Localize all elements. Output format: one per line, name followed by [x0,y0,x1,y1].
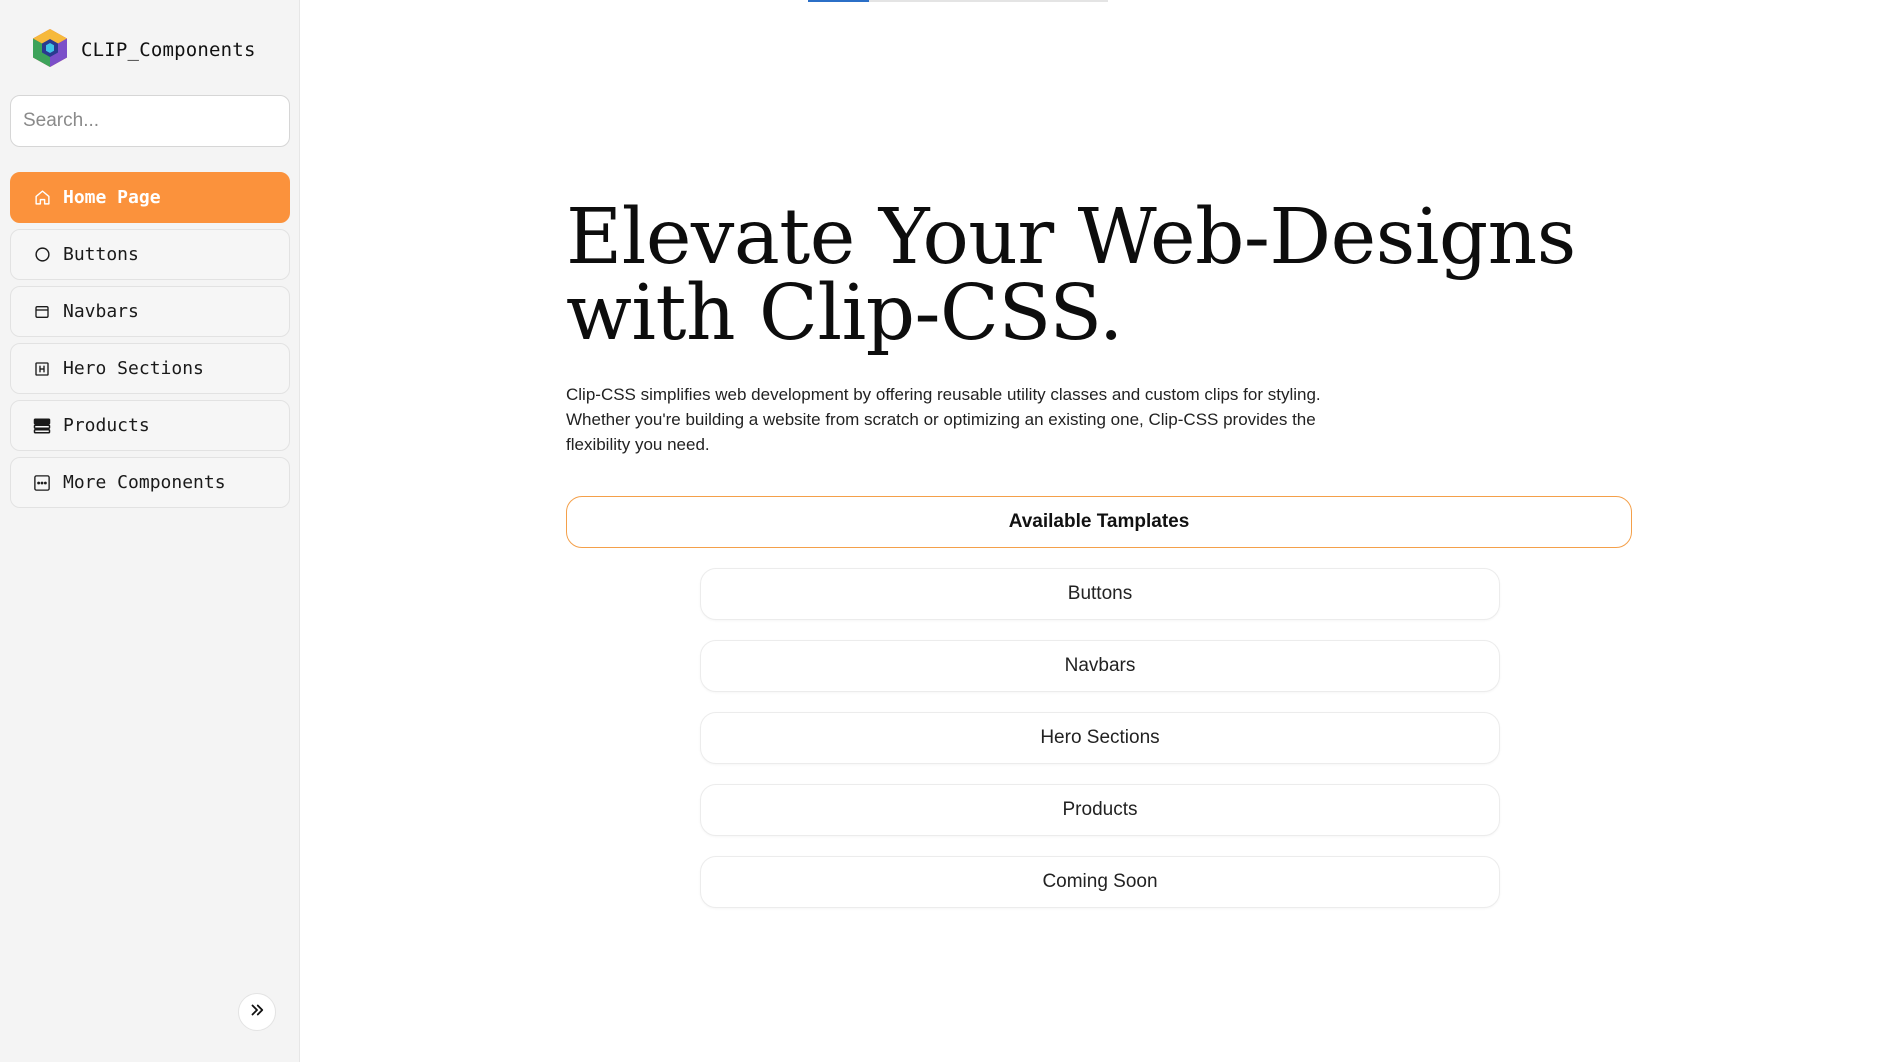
sidebar-item-more-components[interactable]: More Components [10,457,290,508]
hero-title: Elevate Your Web-Designs with Clip-CSS. [566,199,1646,352]
template-list: Buttons Navbars Hero Sections Products C… [700,568,1500,928]
brand[interactable]: CLIP_Components [29,27,256,74]
sidebar-item-label: Buttons [63,244,139,265]
sidebar-item-label: Hero Sections [63,358,204,379]
top-progress-indicator [808,0,1108,2]
home-icon [33,189,51,207]
sidebar-item-hero-sections[interactable]: Hero Sections [10,343,290,394]
sidebar-item-label: Products [63,415,150,436]
sidebar-item-label: More Components [63,472,226,493]
sidebar-item-label: Home Page [63,187,161,208]
template-item-buttons[interactable]: Buttons [700,568,1500,620]
search-input[interactable] [10,95,290,147]
hero-section: Elevate Your Web-Designs with Clip-CSS. [566,199,1646,352]
sidebar-item-label: Navbars [63,301,139,322]
window-icon [33,303,51,321]
templates-header: Available Tamplates [566,496,1632,548]
top-progress-active [808,0,869,2]
template-item-hero-sections[interactable]: Hero Sections [700,712,1500,764]
template-item-products[interactable]: Products [700,784,1500,836]
stack-icon [33,417,51,435]
sidebar-nav: Home Page Buttons Navbars Hero Sections … [10,172,290,514]
sidebar: CLIP_Components Home Page B [0,0,300,1062]
app-root: CLIP_Components Home Page B [0,0,1897,1062]
sidebar-collapse-button[interactable] [238,993,276,1031]
sidebar-item-products[interactable]: Products [10,400,290,451]
more-dots-icon [33,474,51,492]
hero-title-line2: with Clip-CSS. [566,269,1123,358]
circle-icon [33,246,51,264]
template-item-navbars[interactable]: Navbars [700,640,1500,692]
sidebar-item-navbars[interactable]: Navbars [10,286,290,337]
template-item-coming-soon[interactable]: Coming Soon [700,856,1500,908]
sidebar-item-home-page[interactable]: Home Page [10,172,290,223]
hexagon-cube-logo-icon [29,27,71,74]
hero-description: Clip-CSS simplifies web development by o… [566,385,1321,454]
brand-name: CLIP_Components [81,39,256,61]
hero-section-icon [33,360,51,378]
double-chevron-right-icon [248,1001,266,1024]
search-box [10,95,290,147]
sidebar-item-buttons[interactable]: Buttons [10,229,290,280]
